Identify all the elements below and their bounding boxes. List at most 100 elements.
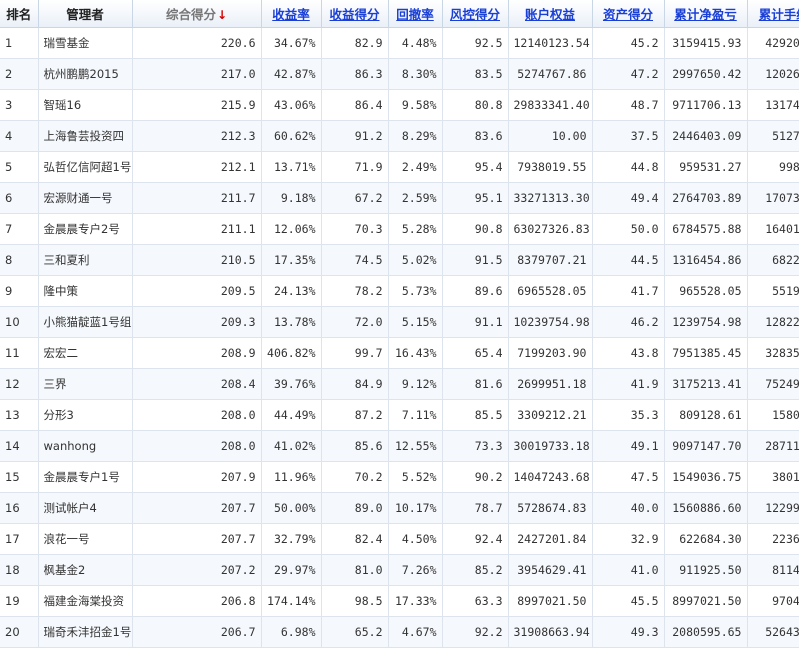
total-score-header[interactable]: 综合得分↓ bbox=[132, 0, 262, 28]
fees-cell: 81141.36 bbox=[747, 554, 799, 586]
risk-score-header[interactable]: 风控得分 bbox=[442, 0, 509, 28]
return-rate-cell: 39.76% bbox=[261, 368, 322, 400]
equity-cell: 14047243.68 bbox=[508, 461, 593, 493]
rank-cell: 8 bbox=[0, 244, 39, 276]
total-score-cell: 211.1 bbox=[132, 213, 262, 245]
manager-link[interactable]: 枫基金2 bbox=[38, 554, 133, 586]
net-pnl-cell: 1316454.86 bbox=[664, 244, 748, 276]
return-rate-cell: 42.87% bbox=[261, 58, 322, 90]
return-rate-cell: 406.82% bbox=[261, 337, 322, 369]
fees-cell: 38015.78 bbox=[747, 461, 799, 493]
manager-link[interactable]: 小熊猫靛蓝1号组 bbox=[38, 306, 133, 338]
manager-link[interactable]: 瑞奇禾沣招金1号 bbox=[38, 616, 133, 648]
rank-cell: 15 bbox=[0, 461, 39, 493]
manager-link[interactable]: 宏宏二 bbox=[38, 337, 133, 369]
asset-score-cell: 45.2 bbox=[592, 27, 665, 59]
manager-link[interactable]: 分形3 bbox=[38, 399, 133, 431]
net-pnl-cell: 8997021.50 bbox=[664, 585, 748, 617]
manager-link[interactable]: 隆中策 bbox=[38, 275, 133, 307]
risk-score-cell: 65.4 bbox=[442, 337, 509, 369]
manager-link[interactable]: 智瑶16 bbox=[38, 89, 133, 121]
fees-cell: 752494.66 bbox=[747, 368, 799, 400]
equity-cell: 8379707.21 bbox=[508, 244, 593, 276]
manager-link[interactable]: 杭州鹏鹏2015 bbox=[38, 58, 133, 90]
manager-link[interactable]: 瑞雪基金 bbox=[38, 27, 133, 59]
table-row: 19 福建金海棠投资 206.8 174.14% 98.5 17.33% 63.3 89970… bbox=[0, 585, 799, 617]
fees-header[interactable]: 累计手续费 bbox=[747, 0, 799, 28]
return-rate-cell: 13.71% bbox=[261, 151, 322, 183]
table-row: 12 三界 208.4 39.76% 84.9 9.12% 81.6 2699951.18 41… bbox=[0, 368, 799, 400]
manager-link[interactable]: 福建金海棠投资 bbox=[38, 585, 133, 617]
manager-link[interactable]: 测试帐户4 bbox=[38, 492, 133, 524]
net-pnl-cell: 2446403.09 bbox=[664, 120, 748, 152]
asset-score-header[interactable]: 资产得分 bbox=[592, 0, 665, 28]
manager-link[interactable]: wanhong bbox=[38, 430, 133, 462]
rank-cell: 9 bbox=[0, 275, 39, 307]
net-pnl-cell: 9711706.13 bbox=[664, 89, 748, 121]
rank-cell: 12 bbox=[0, 368, 39, 400]
return-rate-cell: 13.78% bbox=[261, 306, 322, 338]
net-pnl-cell: 9097147.70 bbox=[664, 430, 748, 462]
total-score-cell: 209.3 bbox=[132, 306, 262, 338]
fees-cell: 526434.35 bbox=[747, 616, 799, 648]
equity-header[interactable]: 账户权益 bbox=[508, 0, 593, 28]
fees-cell: 9986.73 bbox=[747, 151, 799, 183]
drawdown-header[interactable]: 回撤率 bbox=[388, 0, 443, 28]
rank-cell: 2 bbox=[0, 58, 39, 90]
return-rate-cell: 6.98% bbox=[261, 616, 322, 648]
equity-cell: 7199203.90 bbox=[508, 337, 593, 369]
return-score-cell: 84.9 bbox=[321, 368, 389, 400]
asset-score-cell: 49.1 bbox=[592, 430, 665, 462]
asset-score-cell: 41.9 bbox=[592, 368, 665, 400]
total-score-cell: 206.8 bbox=[132, 585, 262, 617]
manager-link[interactable]: 浪花一号 bbox=[38, 523, 133, 555]
return-score-cell: 87.2 bbox=[321, 399, 389, 431]
return-score-header[interactable]: 收益得分 bbox=[321, 0, 389, 28]
drawdown-cell: 7.11% bbox=[388, 399, 443, 431]
manager-link[interactable]: 宏源财通一号 bbox=[38, 182, 133, 214]
return-score-cell: 78.2 bbox=[321, 275, 389, 307]
table-row: 8 三和夏利 210.5 17.35% 74.5 5.02% 91.5 8379707.21 4… bbox=[0, 244, 799, 276]
rank-cell: 17 bbox=[0, 523, 39, 555]
fees-cell: 128226.46 bbox=[747, 306, 799, 338]
table-row: 9 隆中策 209.5 24.13% 78.2 5.73% 89.6 6965528.05 41… bbox=[0, 275, 799, 307]
total-score-cell: 212.1 bbox=[132, 151, 262, 183]
net-pnl-cell: 2764703.89 bbox=[664, 182, 748, 214]
net-pnl-header[interactable]: 累计净盈亏 bbox=[664, 0, 748, 28]
total-score-label: 综合得分 bbox=[165, 7, 216, 22]
rank-cell: 20 bbox=[0, 616, 39, 648]
drawdown-cell: 5.52% bbox=[388, 461, 443, 493]
return-rate-header[interactable]: 收益率 bbox=[261, 0, 322, 28]
risk-score-cell: 95.4 bbox=[442, 151, 509, 183]
sort-desc-icon: ↓ bbox=[216, 8, 228, 22]
equity-cell: 3954629.41 bbox=[508, 554, 593, 586]
table-row: 7 金晨晨专户2号 211.1 12.06% 70.3 5.28% 90.8 63027326… bbox=[0, 213, 799, 245]
manager-link[interactable]: 三和夏利 bbox=[38, 244, 133, 276]
risk-score-cell: 91.1 bbox=[442, 306, 509, 338]
table-row: 1 瑞雪基金 220.6 34.67% 82.9 4.48% 92.5 12140123.54… bbox=[0, 27, 799, 59]
manager-link[interactable]: 上海鲁芸投资四 bbox=[38, 120, 133, 152]
equity-cell: 2427201.84 bbox=[508, 523, 593, 555]
net-pnl-cell: 809128.61 bbox=[664, 399, 748, 431]
manager-link[interactable]: 三界 bbox=[38, 368, 133, 400]
manager-link[interactable]: 弘哲亿信阿超1号 bbox=[38, 151, 133, 183]
risk-score-cell: 83.6 bbox=[442, 120, 509, 152]
asset-score-cell: 32.9 bbox=[592, 523, 665, 555]
manager-link[interactable]: 金晨晨专户2号 bbox=[38, 213, 133, 245]
equity-cell: 31908663.94 bbox=[508, 616, 593, 648]
manager-link[interactable]: 金晨晨专户1号 bbox=[38, 461, 133, 493]
equity-cell: 5728674.83 bbox=[508, 492, 593, 524]
drawdown-cell: 17.33% bbox=[388, 585, 443, 617]
table-row: 11 宏宏二 208.9 406.82% 99.7 16.43% 65.4 7199203.9… bbox=[0, 337, 799, 369]
equity-cell: 5274767.86 bbox=[508, 58, 593, 90]
net-pnl-cell: 3175213.41 bbox=[664, 368, 748, 400]
table-row: 13 分形3 208.0 44.49% 87.2 7.11% 85.5 3309212.21 3… bbox=[0, 399, 799, 431]
table-row: 2 杭州鹏鹏2015 217.0 42.87% 86.3 8.30% 83.5 5274767… bbox=[0, 58, 799, 90]
return-rate-cell: 44.49% bbox=[261, 399, 322, 431]
net-pnl-cell: 959531.27 bbox=[664, 151, 748, 183]
risk-score-cell: 85.5 bbox=[442, 399, 509, 431]
fees-cell: 122991.22 bbox=[747, 492, 799, 524]
total-score-cell: 207.9 bbox=[132, 461, 262, 493]
fees-cell: 15801.39 bbox=[747, 399, 799, 431]
fees-cell: 429209.07 bbox=[747, 27, 799, 59]
